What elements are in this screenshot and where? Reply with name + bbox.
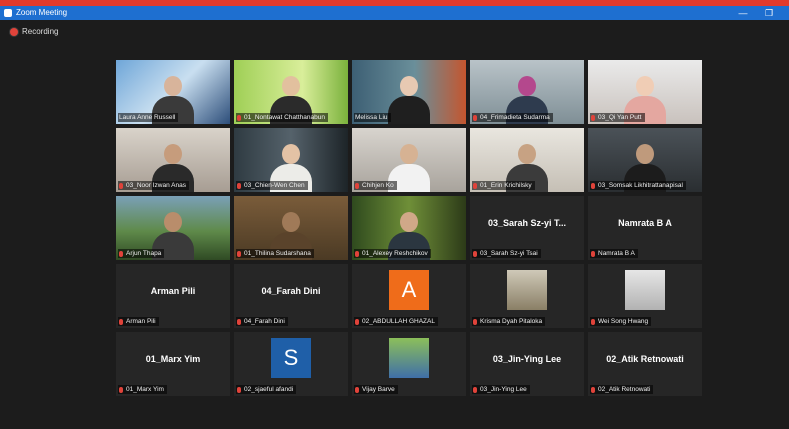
participant-tile[interactable]: 03_Jin-Ying Lee 03_Jin-Ying Lee [470,332,584,396]
participant-tile[interactable]: Melissa Liu [352,60,466,124]
title-bar: Zoom Meeting — ❐ [0,6,789,20]
participant-tile[interactable]: 04_Farah Dini 04_Farah Dini [234,264,348,328]
participant-name-label: Vijay Barve [354,385,398,394]
muted-mic-icon [473,182,477,189]
participant-name-label: 04_Farah Dini [236,317,288,326]
participant-display-name: 02_Atik Retnowati [606,354,684,364]
minimize-button[interactable]: — [736,7,750,19]
avatar [389,338,429,378]
recording-label: Recording [22,27,59,36]
muted-mic-icon [119,386,123,393]
participant-name-label: 04_Frimadieta Sudarma [472,113,553,122]
participant-tile[interactable]: Laura Anne Russell [116,60,230,124]
muted-mic-icon [355,250,359,257]
meeting-area: Recording Laura Anne Russell 01_Nontawat… [0,20,789,429]
participant-name-label: Melissa Liu [354,113,391,122]
recording-indicator[interactable]: Recording [10,27,58,36]
participant-tile[interactable]: 02_Atik Retnowati 02_Atik Retnowati [588,332,702,396]
participant-tile[interactable]: Wei Song Hwang [588,264,702,328]
participant-tile[interactable]: Vijay Barve [352,332,466,396]
muted-mic-icon [119,318,123,325]
muted-mic-icon [119,182,123,189]
muted-mic-icon [237,182,241,189]
participant-tile[interactable]: Krisma Dyah Pitaloka [470,264,584,328]
participant-name-label: Laura Anne Russell [118,113,179,122]
participant-name-label: 03_Chien-Wen Chen [236,181,308,190]
participant-tile[interactable]: 03_Somsak Likhitrattanapisal [588,128,702,192]
muted-mic-icon [473,114,477,121]
participant-name-label: 02_sjaeful afandi [236,385,297,394]
participant-name-label: 01_Marx Yim [118,385,167,394]
participant-name-label: 01_Thilina Sudarshana [236,249,314,258]
participant-name-label: 01_Alexey Reshchikov [354,249,431,258]
muted-mic-icon [355,182,359,189]
participant-tile[interactable]: Chihjen Ko [352,128,466,192]
participant-tile[interactable]: 03_Sarah Sz-yi T... 03_Sarah Sz-yi Tsai [470,196,584,260]
participant-tile[interactable]: Namrata B A Namrata B A [588,196,702,260]
participant-name-label: Wei Song Hwang [590,317,652,326]
window-title: Zoom Meeting [16,8,68,17]
participant-name-label: Arjun Thapa [118,249,165,258]
participant-name-label: Arman Pili [118,317,159,326]
participant-name-label: 03_Sarah Sz-yi Tsai [472,249,541,258]
participant-name-label: 03_Jin-Ying Lee [472,385,530,394]
avatar [625,270,665,310]
participant-name-label: 03_Noor Izwan Anas [118,181,189,190]
participant-tile[interactable]: 01_Thilina Sudarshana [234,196,348,260]
muted-mic-icon [591,250,595,257]
muted-mic-icon [473,250,477,257]
participant-tile[interactable]: 03_Qi Yan Putt [588,60,702,124]
muted-mic-icon [591,386,595,393]
muted-mic-icon [355,318,359,325]
participant-tile[interactable]: 03_Chien-Wen Chen [234,128,348,192]
muted-mic-icon [591,114,595,121]
participant-name-label: 01_Erin Krichilsky [472,181,535,190]
participant-name-label: 02_Atik Retnowati [590,385,654,394]
participant-tile[interactable]: 03_Noor Izwan Anas [116,128,230,192]
participant-name-label: 03_Somsak Likhitrattanapisal [590,181,686,190]
participant-tile[interactable]: 01_Erin Krichilsky [470,128,584,192]
participant-video [386,76,432,124]
participant-display-name: Arman Pili [150,286,196,296]
muted-mic-icon [473,386,477,393]
participant-tile[interactable]: A 02_ABDULLAH GHAZAL [352,264,466,328]
participant-display-name: 03_Sarah Sz-yi T... [487,218,567,228]
participant-tile[interactable]: Arjun Thapa [116,196,230,260]
record-icon [10,27,18,36]
muted-mic-icon [237,250,241,257]
participant-tile[interactable]: Arman Pili Arman Pili [116,264,230,328]
participant-display-name: 01_Marx Yim [145,354,201,364]
muted-mic-icon [473,318,477,325]
avatar: S [271,338,311,378]
muted-mic-icon [119,250,123,257]
participant-display-name: Namrata B A [618,218,672,228]
muted-mic-icon [591,318,595,325]
zoom-app-icon [4,9,12,17]
participant-name-label: 03_Qi Yan Putt [590,113,645,122]
participant-tile[interactable]: 04_Frimadieta Sudarma [470,60,584,124]
participant-tile[interactable]: 01_Nontawat Chatthanabun [234,60,348,124]
participant-tile[interactable]: 01_Alexey Reshchikov [352,196,466,260]
muted-mic-icon [591,182,595,189]
participant-name-label: Chihjen Ko [354,181,397,190]
participant-name-label: Krisma Dyah Pitaloka [472,317,546,326]
participant-name-label: Namrata B A [590,249,638,258]
participant-name-label: 01_Nontawat Chatthanabun [236,113,328,122]
muted-mic-icon [237,386,241,393]
participant-name-label: 02_ABDULLAH GHAZAL [354,317,438,326]
avatar [507,270,547,310]
participant-tile[interactable]: 01_Marx Yim 01_Marx Yim [116,332,230,396]
muted-mic-icon [237,114,241,121]
muted-mic-icon [237,318,241,325]
participant-display-name: 03_Jin-Ying Lee [492,354,562,364]
muted-mic-icon [355,386,359,393]
participant-tile[interactable]: S 02_sjaeful afandi [234,332,348,396]
restore-button[interactable]: ❐ [762,7,776,19]
participant-display-name: 04_Farah Dini [261,286,321,296]
avatar: A [389,270,429,310]
